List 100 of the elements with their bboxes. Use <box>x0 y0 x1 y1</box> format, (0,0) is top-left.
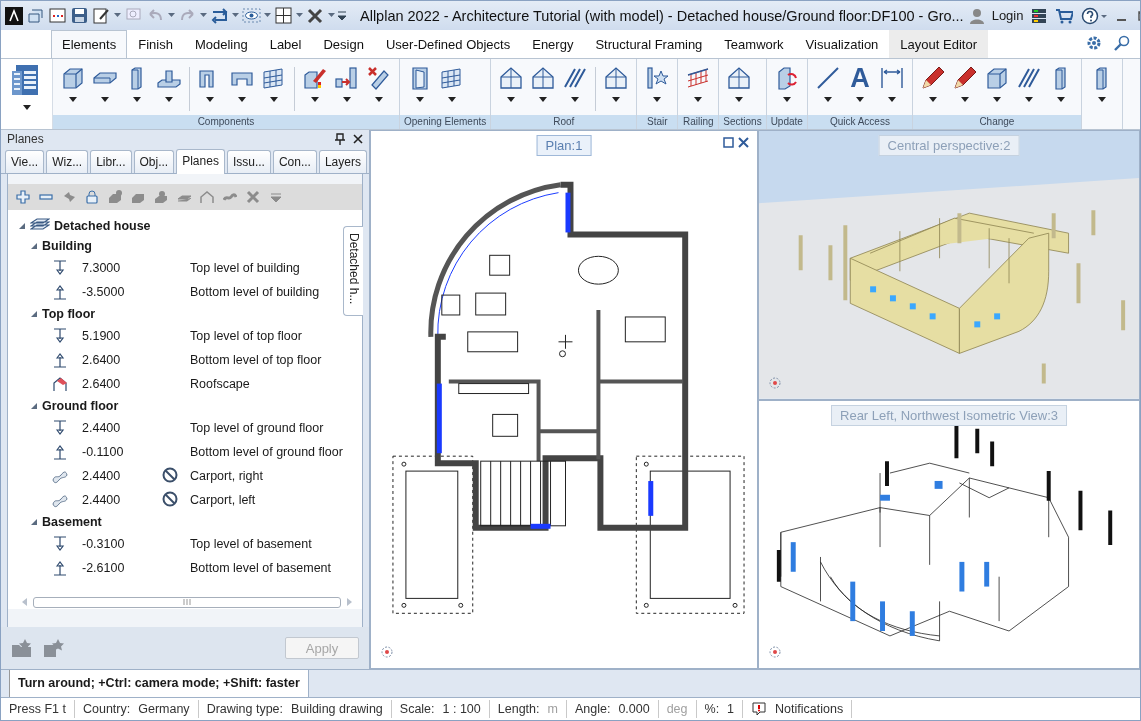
login-link[interactable]: Login <box>991 8 1024 23</box>
caret-icon <box>206 97 214 102</box>
ribbon-tab[interactable]: Label <box>258 30 313 58</box>
help-icon[interactable] <box>1081 6 1108 25</box>
close-icon[interactable] <box>738 137 749 148</box>
settings-icon[interactable] <box>1086 35 1102 51</box>
tools-icon[interactable] <box>306 6 325 25</box>
status-value: 1 : 100 <box>442 702 481 716</box>
save-icon[interactable] <box>70 6 89 25</box>
favorite-folder-icon[interactable] <box>11 638 33 658</box>
ribbon-tab[interactable]: User-Defined Objects <box>374 30 522 58</box>
plane-name: Top level of building <box>190 261 301 275</box>
caret-icon <box>694 97 703 102</box>
customize-caret-icon[interactable] <box>338 10 346 21</box>
bottom-level-icon <box>52 560 68 576</box>
horizontal-scrollbar[interactable] <box>33 596 341 608</box>
free-plane-icon <box>52 492 68 508</box>
notifications-label: Notifications <box>775 702 844 716</box>
caret-icon <box>238 97 246 102</box>
maximize-icon[interactable] <box>723 137 734 148</box>
caret-icon[interactable] <box>328 13 335 18</box>
command-hint: Turn around; +Ctrl: camera mode; +Shift: faster <box>9 670 309 697</box>
ribbon-tab[interactable]: Teamwork <box>713 30 795 58</box>
panel-tab[interactable]: Issu... <box>226 150 271 173</box>
plane-name: Bottom level of building <box>190 285 321 299</box>
favorite-save-icon[interactable] <box>43 638 65 658</box>
layout-icon[interactable] <box>274 6 293 25</box>
ribbon-tab[interactable]: Layout Editor <box>889 30 988 58</box>
panel-tab[interactable]: Con... <box>272 150 317 173</box>
plane-name: Bottom level of ground floor <box>190 445 343 459</box>
plane-height: 2.4400 <box>82 469 122 483</box>
grip-icon <box>183 599 191 605</box>
caret-icon[interactable] <box>200 13 207 18</box>
ribbon-tab[interactable]: Finish <box>127 30 184 58</box>
panel-tab[interactable]: Obj... <box>133 150 175 173</box>
app-logo-icon[interactable] <box>5 6 23 25</box>
ribbon-tab[interactable]: Visualization <box>794 30 890 58</box>
panel-tab[interactable]: Wiz... <box>46 150 89 173</box>
ribbon-tab[interactable]: Design <box>312 30 375 58</box>
caret-icon <box>416 97 424 102</box>
group-label: Railing <box>678 115 719 129</box>
edit-icon[interactable] <box>92 6 111 25</box>
caret-icon <box>992 97 1001 102</box>
expanded-icon[interactable] <box>30 402 38 410</box>
status-text: Press F1 t <box>9 702 66 716</box>
expanded-icon[interactable] <box>30 242 38 250</box>
caret-icon[interactable] <box>168 13 175 18</box>
navigation-icon[interactable] <box>767 644 783 660</box>
caret-icon[interactable] <box>232 13 239 18</box>
close-icon[interactable] <box>353 134 363 144</box>
cart-icon[interactable] <box>1055 7 1074 24</box>
search-icon[interactable] <box>1114 35 1130 51</box>
caret-icon <box>855 97 864 102</box>
roof-plane-icon <box>52 376 68 392</box>
caret-icon <box>375 97 383 102</box>
user-icon[interactable] <box>969 7 984 24</box>
tree-node-label: Basement <box>42 515 102 529</box>
eye-icon[interactable] <box>242 6 261 25</box>
lock-icon[interactable] <box>85 190 99 204</box>
caret-icon[interactable] <box>296 13 303 18</box>
pin-icon[interactable] <box>335 133 345 145</box>
status-label: Country: <box>82 702 131 716</box>
pencil-icon <box>919 65 946 91</box>
palette-icon[interactable] <box>48 6 67 25</box>
tree-node-label: Top floor <box>42 307 96 321</box>
navigation-icon[interactable] <box>379 644 395 660</box>
ribbon-tab[interactable]: Energy <box>521 30 585 58</box>
server-icon[interactable] <box>1031 7 1048 24</box>
side-tab[interactable]: Detached h... <box>343 226 363 316</box>
expanded-icon[interactable] <box>18 222 26 230</box>
top-level-icon <box>52 536 68 552</box>
ribbon-tab[interactable]: Modeling <box>183 30 259 58</box>
caret-icon <box>571 97 580 102</box>
viewport-title: Rear Left, Northwest Isometric View:3 <box>831 404 1067 426</box>
panel-tab[interactable]: Layers <box>318 150 367 173</box>
panel-tab[interactable]: Vie... <box>5 150 45 173</box>
navigation-icon[interactable] <box>767 374 783 391</box>
group-label: Roof <box>491 115 637 129</box>
ribbon-tool-button[interactable]: A <box>844 63 875 111</box>
caret-icon <box>1056 97 1065 102</box>
ribbon-tab[interactable]: Structural Framing <box>584 30 714 58</box>
plane-name: Bottom level of top floor <box>190 353 323 367</box>
tree-node-label: Ground floor <box>42 399 119 413</box>
tool-glyph: A <box>850 65 870 91</box>
status-unit: m <box>547 702 558 716</box>
panel-tab[interactable]: Planes <box>176 149 225 174</box>
status-value: 0.000 <box>618 702 650 716</box>
caret-icon[interactable] <box>264 13 271 18</box>
free-plane-icon <box>52 468 68 484</box>
expanded-icon[interactable] <box>30 310 38 318</box>
plus-icon[interactable] <box>16 190 30 204</box>
ribbon-tab[interactable]: Elements <box>51 30 128 58</box>
caret-icon <box>101 97 109 102</box>
plane-height: 7.3000 <box>82 261 122 275</box>
expanded-icon[interactable] <box>30 518 38 526</box>
panel-tab[interactable]: Libr... <box>90 150 132 173</box>
building-menu-button[interactable] <box>1 59 53 129</box>
caret-icon[interactable] <box>114 13 121 18</box>
top-level-icon <box>52 260 68 276</box>
notification-icon[interactable] <box>751 701 768 717</box>
